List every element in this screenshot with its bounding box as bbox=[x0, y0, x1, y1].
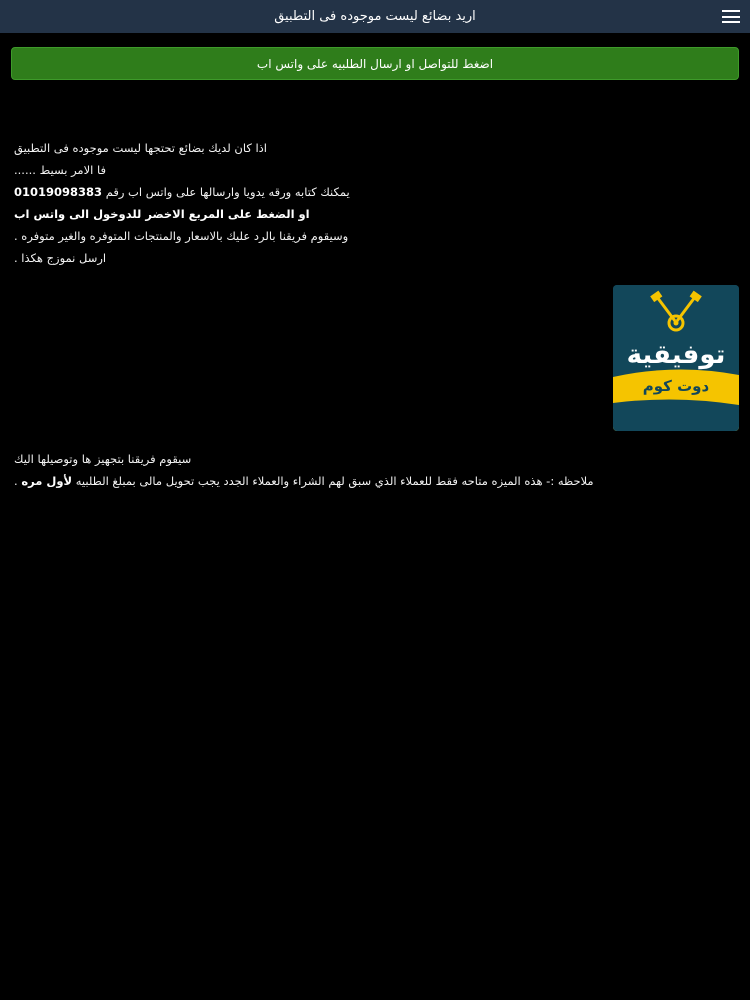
tawfiqia-logo: توفيقية دوت كوم bbox=[613, 285, 739, 431]
app-bar: اريد بضائع ليست موجوده فى التطبيق bbox=[0, 0, 750, 33]
note-text: ملاحظه :- هذه الميزه متاحه فقط للعملاء ا… bbox=[75, 474, 594, 488]
body-line-green-box: او الضغط على المربع الاخضر للدوخول الى و… bbox=[14, 207, 310, 221]
body-line-note: ملاحظه :- هذه الميزه متاحه فقط للعملاء ا… bbox=[14, 474, 594, 488]
menu-bar bbox=[722, 21, 740, 23]
phone-instruction-text: يمكنك كتابه ورقه يدويا وارسالها على واتس… bbox=[105, 185, 350, 199]
green-box-instruction: او الضغط على المربع الاخضر للدوخول الى و… bbox=[14, 207, 310, 221]
body-line-intro: اذا كان لديك بضائع تحتجها ليست موجوده فى… bbox=[14, 141, 267, 155]
hamburger-menu-icon[interactable] bbox=[722, 10, 740, 23]
body-line-team-reply: وسيقوم فريقنا بالرد عليك بالاسعار والمنت… bbox=[14, 229, 349, 243]
body-line-send-sample: ارسل نموزج هكذا . bbox=[14, 251, 107, 265]
phone-number: 01019098383 bbox=[14, 185, 103, 199]
note-first-time: لأول مره bbox=[21, 474, 73, 488]
body-line-simple: فا الامر بسيط ...... bbox=[14, 163, 107, 177]
body-line-phone: يمكنك كتابه ورقه يدويا وارسالها على واتس… bbox=[14, 185, 350, 199]
note-end: . bbox=[14, 474, 18, 488]
logo-main-text: توفيقية bbox=[627, 340, 726, 370]
body-line-delivery: سيقوم فريقنا بتجهيز ها وتوصيلها اليك bbox=[14, 452, 192, 466]
logo-sub-text: دوت كوم bbox=[643, 377, 710, 395]
logo-graphic: توفيقية دوت كوم bbox=[613, 285, 739, 431]
menu-bar bbox=[722, 15, 740, 18]
menu-bar bbox=[722, 10, 740, 12]
whatsapp-contact-button[interactable]: اضغط للتواصل او ارسال الطلبيه على واتس ا… bbox=[11, 47, 739, 80]
page-title: اريد بضائع ليست موجوده فى التطبيق bbox=[274, 9, 476, 24]
